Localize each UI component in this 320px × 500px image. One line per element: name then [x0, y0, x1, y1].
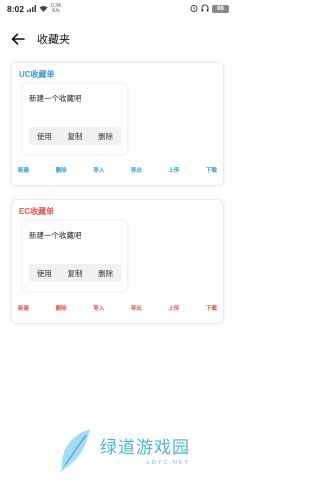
- alarm-icon: [190, 4, 198, 14]
- ec-card-title: EC收藏单: [19, 207, 55, 216]
- watermark: 绿道游戏园 LDYC.NET: [56, 422, 216, 477]
- back-button[interactable]: [8, 29, 28, 49]
- ec-favorites-card: EC收藏单 新建一个收藏吧 使用 复制 删除 新建 删除 导入 导出 上传 下载: [11, 199, 224, 324]
- uc-download-button[interactable]: 下载: [206, 166, 217, 174]
- ec-download-button[interactable]: 下载: [206, 304, 217, 312]
- signal-icon: [27, 4, 37, 14]
- uc-item-actions: 使用 复制 删除: [29, 127, 121, 145]
- leaf-logo-icon: [59, 428, 90, 472]
- uc-use-button[interactable]: 使用: [37, 131, 52, 142]
- uc-favorites-card: UC收藏单 新建一个收藏吧 使用 复制 删除 新建 删除 导入 导出 上传 下载: [11, 62, 224, 186]
- ec-delete-button[interactable]: 删除: [56, 304, 67, 312]
- status-left: 8:02 0.34 K/s: [7, 3, 61, 15]
- uc-import-button[interactable]: 导入: [93, 166, 104, 174]
- ec-import-button[interactable]: 导入: [93, 304, 104, 312]
- watermark-text: 绿道游戏园 LDYC.NET: [100, 433, 190, 466]
- ec-item-text: 新建一个收藏吧: [29, 231, 82, 240]
- ec-copy-button[interactable]: 复制: [67, 268, 82, 279]
- ec-item-actions: 使用 复制 删除: [29, 264, 121, 282]
- arrow-left-icon: [11, 33, 25, 45]
- watermark-url: LDYC.NET: [146, 460, 190, 466]
- ec-favorite-item[interactable]: 新建一个收藏吧 使用 复制 删除: [23, 221, 127, 291]
- ec-bottom-actions: 新建 删除 导入 导出 上传 下载: [18, 304, 217, 312]
- battery-icon: 88: [212, 5, 229, 13]
- uc-card-title: UC收藏单: [19, 70, 55, 79]
- uc-delete-item-button[interactable]: 删除: [98, 131, 113, 142]
- ec-upload-button[interactable]: 上传: [168, 304, 179, 312]
- uc-bottom-actions: 新建 删除 导入 导出 上传 下载: [18, 166, 217, 174]
- app-header: 收藏夹: [0, 24, 237, 54]
- uc-item-text: 新建一个收藏吧: [29, 94, 82, 103]
- wifi-icon: [39, 5, 48, 14]
- page-title: 收藏夹: [37, 34, 70, 46]
- headphone-icon: [201, 4, 209, 14]
- uc-new-button[interactable]: 新建: [18, 166, 29, 174]
- uc-export-button[interactable]: 导出: [131, 166, 142, 174]
- status-right: 88: [190, 4, 229, 14]
- ec-new-button[interactable]: 新建: [18, 304, 29, 312]
- ec-delete-item-button[interactable]: 删除: [98, 268, 113, 279]
- ec-use-button[interactable]: 使用: [37, 268, 52, 279]
- network-speed: 0.34 K/s: [51, 3, 61, 14]
- status-time: 8:02: [7, 4, 25, 14]
- status-bar: 8:02 0.34 K/s 88: [0, 0, 237, 18]
- ec-export-button[interactable]: 导出: [131, 304, 142, 312]
- uc-copy-button[interactable]: 复制: [67, 131, 82, 142]
- uc-delete-button[interactable]: 删除: [56, 166, 67, 174]
- uc-upload-button[interactable]: 上传: [168, 166, 179, 174]
- uc-favorite-item[interactable]: 新建一个收藏吧 使用 复制 删除: [23, 84, 127, 154]
- watermark-name: 绿道游戏园: [100, 438, 190, 458]
